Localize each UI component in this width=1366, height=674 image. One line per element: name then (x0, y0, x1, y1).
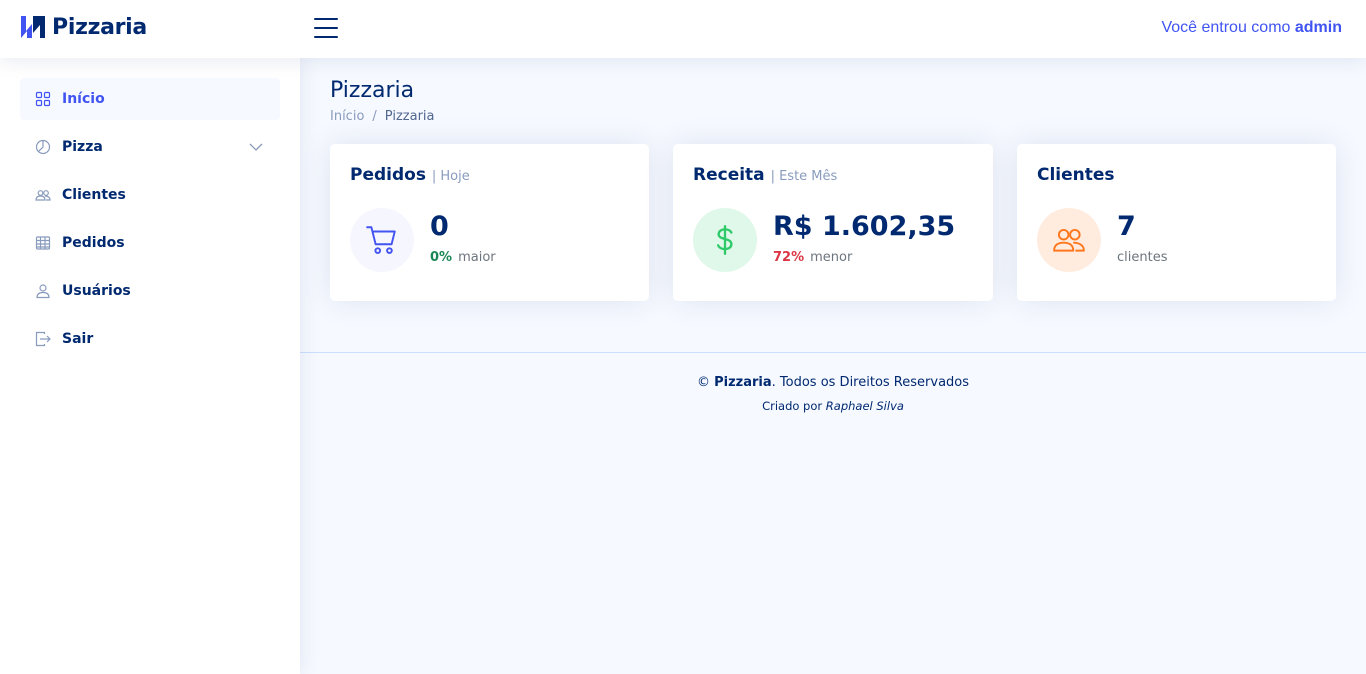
sidebar: Início Pizza Clientes Pedidos Usuários S… (0, 58, 300, 674)
customers-value: 7 (1117, 211, 1136, 242)
sidebar-item-pedidos[interactable]: Pedidos (20, 222, 280, 264)
sidebar-item-label: Usuários (62, 283, 131, 299)
orders-value: 0 (430, 211, 449, 242)
breadcrumb-home-link[interactable]: Início (330, 109, 364, 124)
sidebar-item-label: Início (62, 91, 105, 107)
logo-icon (21, 16, 45, 38)
top-header: Pizzaria Você entrou como admin (0, 0, 1366, 58)
dollar-icon (716, 225, 733, 255)
user-prefix: Você entrou como (1161, 19, 1295, 36)
credits: Criado por Raphael Silva (300, 399, 1366, 413)
page-title: Pizzaria (330, 78, 415, 103)
sidebar-item-inicio[interactable]: Início (20, 78, 280, 120)
main-content: Pizzaria Início / Pizzaria Pedidos | Hoje … (300, 58, 1366, 674)
card-title-text: Receita (693, 165, 765, 185)
breadcrumb-separator: / (372, 109, 377, 124)
card-icon-circle (693, 208, 757, 272)
brand-name: Pizzaria (52, 14, 147, 40)
sidebar-item-label: Pedidos (62, 235, 125, 251)
sidebar-item-clientes[interactable]: Clientes (20, 174, 280, 216)
sidebar-item-pizza[interactable]: Pizza (20, 126, 280, 168)
people-icon (34, 186, 52, 204)
percent-change: 72% (773, 250, 805, 265)
orders-card: Pedidos | Hoje 0 0% maior (330, 144, 649, 301)
people-icon (1053, 228, 1085, 252)
copyright: © Pizzaria. Todos os Direitos Reservados (300, 375, 1366, 390)
card-icon-circle (1037, 208, 1101, 272)
table-icon (34, 234, 52, 252)
revenue-value: R$ 1.602,35 (773, 211, 956, 242)
logged-user-info: Você entrou como admin (1161, 19, 1342, 37)
card-footer: 0% maior (430, 250, 496, 265)
card-subtitle: | Este Mês (770, 169, 838, 184)
card-title: Pedidos | Hoje (350, 165, 470, 185)
footer: © Pizzaria. Todos os Direitos Reservados… (300, 352, 1366, 413)
grid-icon (34, 90, 52, 108)
menu-line (314, 18, 338, 20)
footer-rights: . Todos os Direitos Reservados (771, 375, 970, 390)
card-title-text: Clientes (1037, 165, 1115, 185)
breadcrumb-current: Pizzaria (384, 109, 435, 124)
sidebar-item-usuarios[interactable]: Usuários (20, 270, 280, 312)
percent-change: 0% (430, 250, 453, 265)
sidebar-item-label: Sair (62, 331, 94, 347)
cart-icon (366, 226, 396, 254)
revenue-card: Receita | Este Mês R$ 1.602,35 72% menor (673, 144, 993, 301)
card-footer: 72% menor (773, 250, 852, 265)
sidebar-item-sair[interactable]: Sair (20, 318, 280, 360)
logout-icon (34, 330, 52, 348)
percent-label: maior (458, 250, 496, 265)
footer-brand: Pizzaria (714, 375, 772, 390)
toggle-sidebar-button[interactable] (314, 18, 338, 38)
chevron-down-icon[interactable] (248, 139, 264, 155)
sidebar-item-label: Pizza (62, 139, 103, 155)
menu-line (314, 27, 338, 29)
card-icon-circle (350, 208, 414, 272)
customers-label: clientes (1117, 250, 1168, 265)
breadcrumb: Início / Pizzaria (330, 109, 435, 124)
pie-chart-icon (34, 138, 52, 156)
menu-line (314, 36, 338, 38)
copyright-symbol: © (696, 375, 710, 390)
customers-card: Clientes 7 clientes (1017, 144, 1336, 301)
sidebar-item-label: Clientes (62, 187, 126, 203)
percent-label: menor (810, 250, 853, 265)
user-name: admin (1294, 19, 1342, 36)
card-title: Clientes (1037, 165, 1115, 185)
person-icon (34, 282, 52, 300)
card-title-text: Pedidos (350, 165, 426, 185)
card-title: Receita | Este Mês (693, 165, 837, 185)
author-name: Raphael Silva (825, 399, 904, 413)
card-subtitle: | Hoje (431, 169, 470, 184)
credit-prefix: Criado por (762, 399, 826, 413)
card-footer: clientes (1117, 250, 1167, 265)
logo[interactable]: Pizzaria (20, 14, 147, 40)
